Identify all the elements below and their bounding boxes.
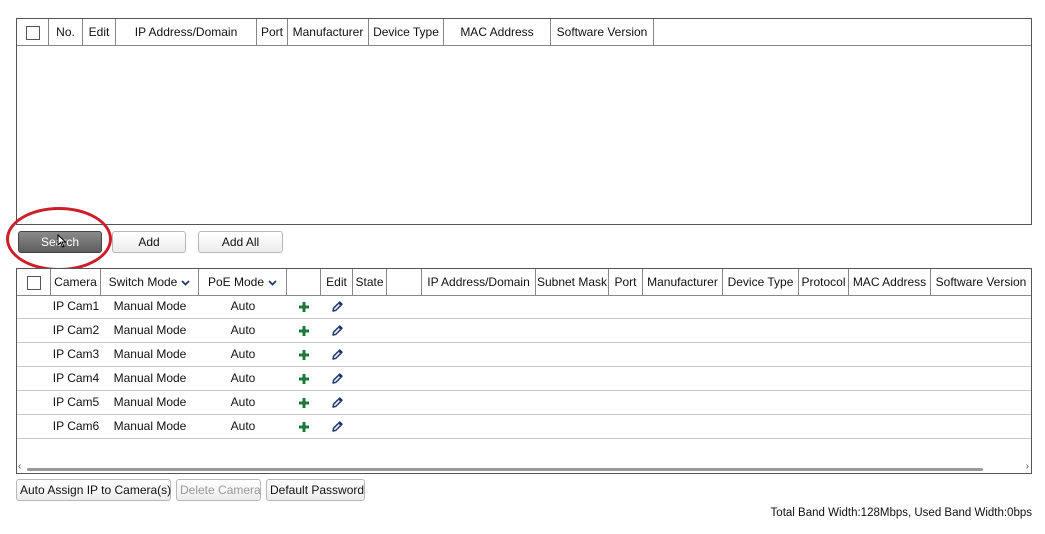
table-row[interactable]: IP Cam4 Manual Mode Auto	[17, 366, 1031, 391]
camera-select-all-checkbox[interactable]	[26, 275, 41, 290]
add-camera-button[interactable]	[287, 318, 321, 342]
header-software-version[interactable]: Software Version	[551, 19, 654, 45]
header-switch-mode-dropdown[interactable]: Switch Mode	[101, 269, 199, 295]
pencil-icon	[331, 301, 343, 313]
header-port[interactable]: Port	[609, 269, 643, 295]
header-mac-address[interactable]: MAC Address	[849, 269, 931, 295]
add-camera-button[interactable]	[287, 294, 321, 318]
plus-icon	[299, 397, 309, 408]
search-results-table: No. Edit IP Address/Domain Port Manufact…	[16, 18, 1032, 225]
add-camera-button[interactable]	[287, 414, 321, 438]
camera-name: IP Cam3	[52, 347, 100, 361]
poe-mode-value: Auto	[230, 323, 256, 337]
header-protocol[interactable]: Protocol	[799, 269, 849, 295]
plus-icon	[299, 373, 309, 384]
camera-name: IP Cam1	[52, 299, 100, 313]
header-manufacturer[interactable]: Manufacturer	[643, 269, 723, 295]
table-row[interactable]: IP Cam5 Manual Mode Auto	[17, 390, 1031, 415]
default-password-button[interactable]: Default Password	[266, 479, 365, 501]
switch-mode-value: Manual Mode	[113, 419, 187, 433]
header-poe-mode-label: PoE Mode	[207, 275, 265, 289]
poe-mode-value: Auto	[230, 419, 256, 433]
edit-camera-button[interactable]	[321, 318, 353, 342]
header-software-version[interactable]: Software Version	[931, 269, 1031, 295]
header-blank	[387, 269, 422, 295]
plus-icon	[299, 325, 309, 336]
pencil-icon	[331, 349, 343, 361]
mouse-pointer-icon	[57, 234, 67, 248]
header-edit[interactable]: Edit	[83, 19, 116, 45]
chevron-down-icon	[181, 280, 190, 286]
header-device-type[interactable]: Device Type	[723, 269, 799, 295]
plus-icon	[299, 301, 309, 312]
edit-camera-button[interactable]	[321, 294, 353, 318]
header-state[interactable]: State	[353, 269, 387, 295]
switch-mode-value: Manual Mode	[113, 395, 187, 409]
header-port[interactable]: Port	[257, 19, 288, 45]
pencil-icon	[331, 325, 343, 337]
chevron-down-icon	[268, 280, 277, 286]
add-camera-button[interactable]	[287, 342, 321, 366]
edit-camera-button[interactable]	[321, 390, 353, 414]
poe-mode-value: Auto	[230, 395, 256, 409]
table-row[interactable]: IP Cam3 Manual Mode Auto	[17, 342, 1031, 367]
add-camera-button[interactable]	[287, 390, 321, 414]
header-camera[interactable]: Camera	[51, 269, 101, 295]
poe-mode-value: Auto	[230, 347, 256, 361]
header-manufacturer[interactable]: Manufacturer	[288, 19, 369, 45]
header-no[interactable]: No.	[49, 19, 83, 45]
camera-name: IP Cam6	[52, 419, 100, 433]
header-edit[interactable]: Edit	[321, 269, 353, 295]
scroll-left-icon[interactable]: ‹	[18, 461, 21, 472]
scrollbar-thumb[interactable]	[27, 468, 983, 471]
add-all-button[interactable]: Add All	[198, 231, 283, 253]
pencil-icon	[331, 421, 343, 433]
switch-mode-value: Manual Mode	[113, 347, 187, 361]
header-mac-address[interactable]: MAC Address	[444, 19, 551, 45]
header-poe-mode-dropdown[interactable]: PoE Mode	[199, 269, 287, 295]
select-all-checkbox[interactable]	[25, 25, 40, 40]
table-row[interactable]: IP Cam6 Manual Mode Auto	[17, 414, 1031, 439]
add-camera-button[interactable]	[287, 366, 321, 390]
header-subnet-mask[interactable]: Subnet Mask	[536, 269, 609, 295]
edit-camera-button[interactable]	[321, 342, 353, 366]
auto-assign-ip-button[interactable]: Auto Assign IP to Camera(s)	[16, 479, 171, 501]
table-row[interactable]: IP Cam2 Manual Mode Auto	[17, 318, 1031, 343]
header-add	[287, 269, 321, 295]
switch-mode-value: Manual Mode	[113, 371, 187, 385]
select-all-checkbox-cell	[17, 19, 49, 45]
camera-select-all-cell	[17, 269, 51, 295]
header-switch-mode-label: Switch Mode	[108, 275, 178, 289]
scroll-right-icon[interactable]: ›	[1026, 461, 1029, 472]
plus-icon	[299, 349, 309, 360]
switch-mode-value: Manual Mode	[113, 299, 187, 313]
search-table-header: No. Edit IP Address/Domain Port Manufact…	[17, 19, 1031, 46]
add-button[interactable]: Add	[112, 231, 186, 253]
camera-table-header: Camera Switch Mode PoE Mode Edit State I…	[17, 269, 1031, 296]
camera-name: IP Cam5	[52, 395, 100, 409]
header-device-type[interactable]: Device Type	[369, 19, 444, 45]
plus-icon	[299, 421, 309, 432]
delete-camera-button[interactable]: Delete Camera	[176, 479, 261, 501]
camera-table: Camera Switch Mode PoE Mode Edit State I…	[16, 268, 1032, 474]
header-ip-address[interactable]: IP Address/Domain	[422, 269, 536, 295]
table-row[interactable]: IP Cam1 Manual Mode Auto	[17, 294, 1031, 319]
camera-name: IP Cam2	[52, 323, 100, 337]
edit-camera-button[interactable]	[321, 366, 353, 390]
header-ip-address[interactable]: IP Address/Domain	[116, 19, 257, 45]
bandwidth-status: Total Band Width:128Mbps, Used Band Widt…	[770, 507, 1032, 519]
switch-mode-value: Manual Mode	[113, 323, 187, 337]
poe-mode-value: Auto	[230, 371, 256, 385]
poe-mode-value: Auto	[230, 299, 256, 313]
pencil-icon	[331, 373, 343, 385]
horizontal-scrollbar[interactable]: ‹ ›	[17, 461, 1031, 473]
edit-camera-button[interactable]	[321, 414, 353, 438]
camera-name: IP Cam4	[52, 371, 100, 385]
pencil-icon	[331, 397, 343, 409]
